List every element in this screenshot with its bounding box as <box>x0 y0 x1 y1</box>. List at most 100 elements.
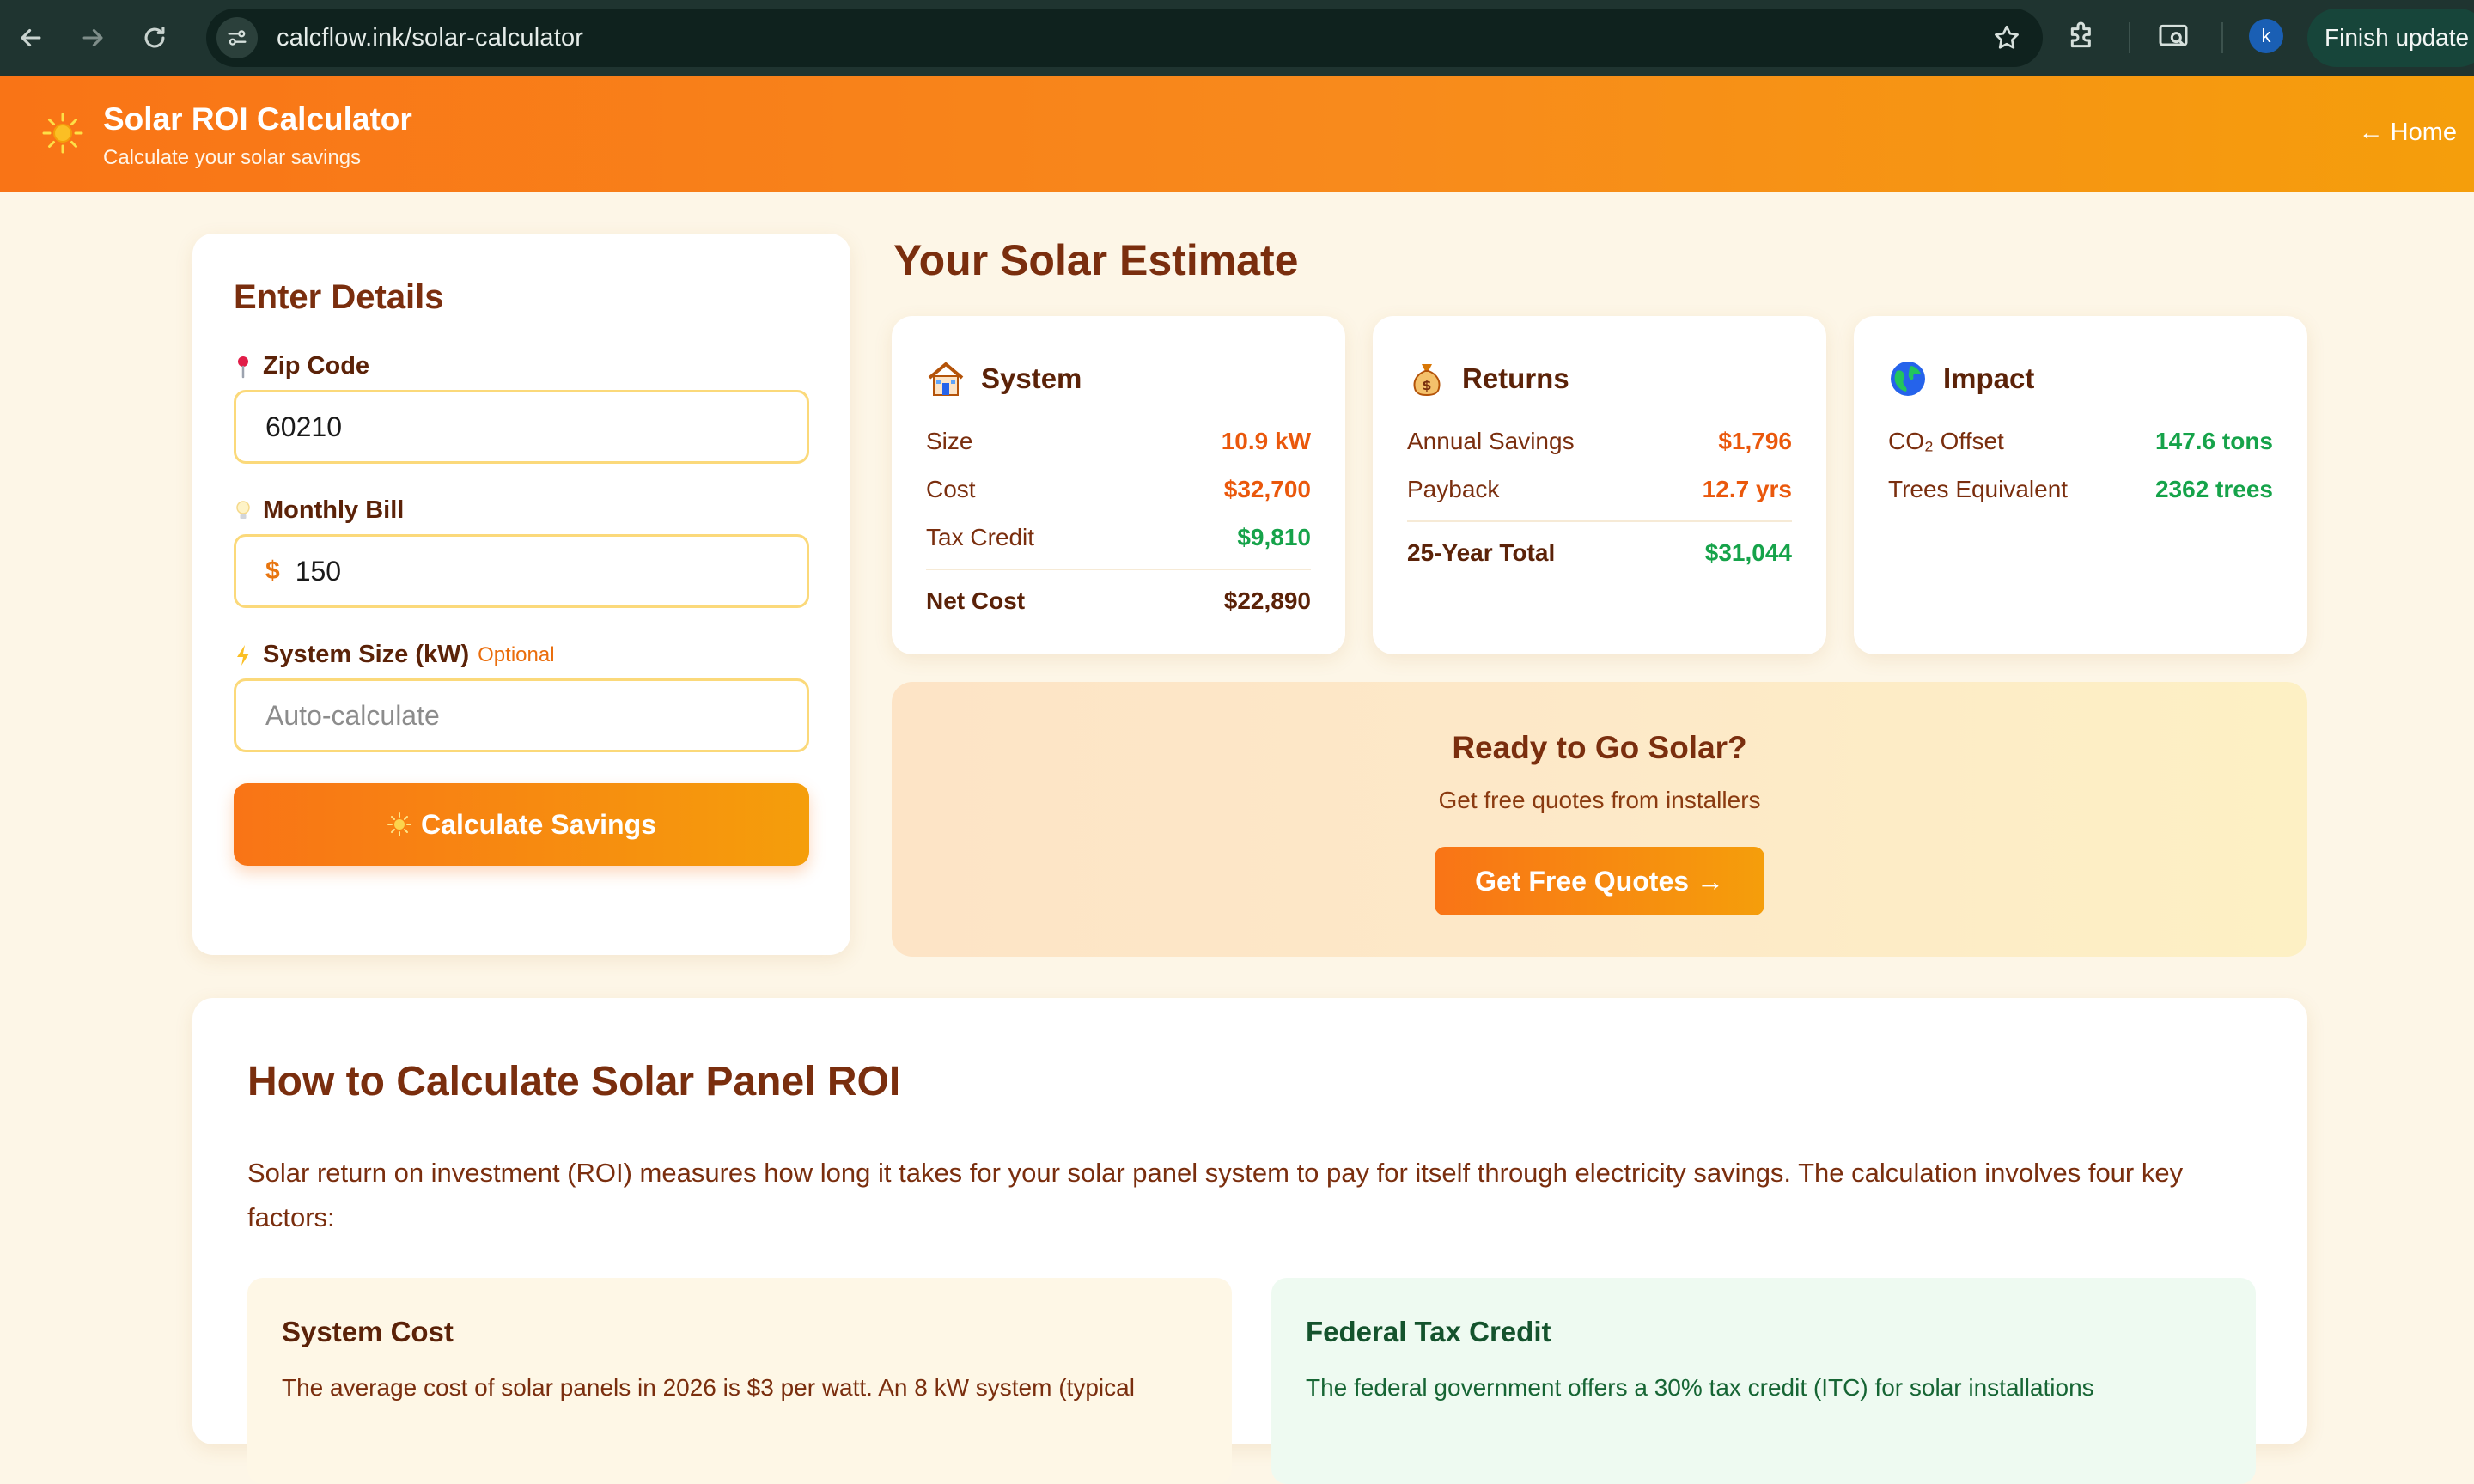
stat-row: Cost $32,700 <box>926 476 1311 503</box>
returns-card-header: $ Returns <box>1407 359 1569 398</box>
reload-button[interactable] <box>124 0 186 76</box>
bill-label-text: Monthly Bill <box>263 496 405 524</box>
arrow-right-icon <box>82 28 103 47</box>
site-title: Solar ROI Calculator <box>103 101 412 137</box>
stat-value: $1,796 <box>1718 428 1792 454</box>
system-size-placeholder: Auto-calculate <box>265 699 440 731</box>
stat-value: $31,044 <box>1704 539 1792 566</box>
url-text[interactable]: calcflow.ink/solar-calculator <box>277 24 583 52</box>
quotes-cta-panel: Ready to Go Solar? Get free quotes from … <box>892 682 2307 957</box>
divider <box>926 569 1311 570</box>
browser-toolbar: calcflow.ink/solar-calculator k Finish u… <box>0 0 2474 76</box>
divider <box>1407 520 1792 522</box>
pin-icon <box>238 356 248 378</box>
info-box-title: Federal Tax Credit <box>1306 1316 1551 1347</box>
stat-label: Payback <box>1407 476 1500 502</box>
system-card-header: System <box>926 359 1082 398</box>
stat-label: Tax Credit <box>926 524 1035 550</box>
currency-symbol: $ <box>265 556 280 585</box>
info-box-text: The federal government offers a 30% tax … <box>1306 1374 2094 1401</box>
stat-label: Cost <box>926 476 976 502</box>
toolbar-divider <box>2129 22 2130 53</box>
stat-value: 10.9 kW <box>1221 428 1311 454</box>
bill-label: Monthly Bill <box>234 496 404 525</box>
system-card: System Size 10.9 kW Cost $32,700 Tax Cre… <box>892 316 1345 654</box>
toolbar-divider <box>2221 22 2223 53</box>
stat-label: Net Cost <box>926 587 1026 614</box>
system-cost-box: System Cost The average cost of solar pa… <box>247 1278 1232 1484</box>
zip-label-text: Zip Code <box>263 352 370 380</box>
returns-card-title: Returns <box>1462 362 1569 394</box>
stat-label: CO₂ Offset <box>1888 428 2004 454</box>
stat-value: $9,810 <box>1237 524 1311 550</box>
house-icon <box>928 362 964 396</box>
stat-value: 2362 trees <box>2154 476 2273 502</box>
tune-icon <box>228 30 247 46</box>
stat-value: $22,890 <box>1223 587 1311 614</box>
lightbulb-icon <box>236 500 250 519</box>
stat-value: 147.6 tons <box>2155 428 2273 454</box>
details-form-card: Enter Details Zip Code 60210 Monthly Bil… <box>192 234 850 955</box>
impact-card-title: Impact <box>1943 362 2035 394</box>
star-icon[interactable] <box>1991 22 2022 53</box>
zip-code-value: 60210 <box>265 411 342 442</box>
roi-article: How to Calculate Solar Panel ROI Solar r… <box>192 998 2307 1484</box>
impact-card-header: Impact <box>1888 359 2034 398</box>
site-info-button[interactable] <box>216 17 258 58</box>
stat-label: Trees Equivalent <box>1888 476 2069 502</box>
stat-label: Annual Savings <box>1407 428 1575 454</box>
finish-update-button[interactable]: Finish update <box>2307 9 2474 67</box>
home-link[interactable]: ← Home <box>2359 119 2457 147</box>
info-box-title: System Cost <box>282 1316 454 1347</box>
stat-row: Trees Equivalent 2362 trees <box>1888 476 2273 503</box>
system-size-label: System Size (kW) Optional <box>234 641 555 669</box>
article-intro: Solar return on investment (ROI) measure… <box>247 1158 2184 1232</box>
screen-search-icon[interactable] <box>2156 19 2191 53</box>
stat-total-row: 25-Year Total $31,044 <box>1407 539 1792 567</box>
svg-text:$: $ <box>1422 377 1431 393</box>
stat-row: Tax Credit $9,810 <box>926 524 1311 551</box>
system-size-label-text: System Size (kW) <box>263 641 470 668</box>
sun-icon <box>42 113 83 154</box>
monthly-bill-value: 150 <box>295 555 342 587</box>
puzzle-icon[interactable] <box>2065 19 2099 53</box>
stat-row: Annual Savings $1,796 <box>1407 428 1792 455</box>
site-header: Solar ROI Calculator Calculate your sola… <box>0 76 2474 192</box>
estimate-title: Your Solar Estimate <box>893 236 1299 284</box>
site-subtitle: Calculate your solar savings <box>103 146 362 169</box>
stat-row: CO₂ Offset 147.6 tons <box>1888 428 2273 455</box>
stat-row: Size 10.9 kW <box>926 428 1311 455</box>
back-button[interactable] <box>0 0 62 76</box>
system-size-input[interactable]: Auto-calculate <box>234 678 809 752</box>
calculate-savings-button[interactable]: Calculate Savings <box>234 783 809 866</box>
cta-subtitle: Get free quotes from installers <box>1438 787 1761 813</box>
returns-card: $ Returns Annual Savings $1,796 Payback … <box>1373 316 1826 654</box>
stat-label: Size <box>926 428 973 454</box>
form-title: Enter Details <box>234 278 444 316</box>
reload-icon <box>144 27 165 48</box>
cta-title: Ready to Go Solar? <box>1452 730 1747 765</box>
info-box-text: The average cost of solar panels in 2026… <box>282 1374 1135 1401</box>
address-bar[interactable]: calcflow.ink/solar-calculator <box>206 9 2043 67</box>
article-heading: How to Calculate Solar Panel ROI <box>247 1059 901 1104</box>
stat-value: 12.7 yrs <box>1702 476 1792 502</box>
arrow-left-icon <box>21 28 41 47</box>
stat-value: $32,700 <box>1223 476 1311 502</box>
zip-code-input[interactable]: 60210 <box>234 390 809 464</box>
sun-icon <box>387 812 412 836</box>
zip-label: Zip Code <box>234 352 369 380</box>
stat-label: 25-Year Total <box>1407 539 1556 566</box>
impact-card: Impact CO₂ Offset 147.6 tons Trees Equiv… <box>1854 316 2307 654</box>
monthly-bill-input[interactable]: $ 150 <box>234 534 809 608</box>
system-card-title: System <box>981 362 1082 394</box>
lightning-icon <box>237 644 249 666</box>
globe-icon <box>1891 362 1925 396</box>
stat-total-row: Net Cost $22,890 <box>926 587 1311 615</box>
money-bag-icon: $ <box>1413 364 1441 397</box>
tax-credit-box: Federal Tax Credit The federal governmen… <box>1271 1278 2256 1484</box>
profile-avatar[interactable]: k <box>2249 19 2283 53</box>
calculate-savings-label: Calculate Savings <box>421 808 656 840</box>
get-free-quotes-button[interactable]: Get Free Quotes → <box>1435 847 1764 915</box>
optional-tag: Optional <box>478 642 555 666</box>
forward-button[interactable] <box>62 0 124 76</box>
